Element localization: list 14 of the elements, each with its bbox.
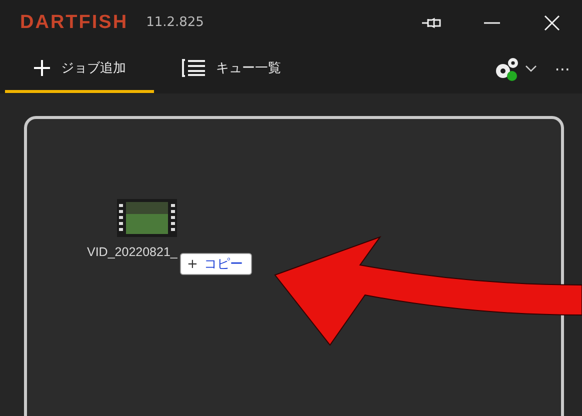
- chevron-down-icon: [524, 65, 537, 73]
- tab[interactable]: キュー一覧: [154, 45, 309, 93]
- drop-area[interactable]: VID_20220821_ + コピー: [24, 116, 564, 416]
- close-icon: [544, 14, 560, 30]
- drag-copy-tooltip: + コピー: [180, 253, 252, 275]
- file-name: VID_20220821_: [87, 245, 178, 259]
- video-thumbnail-icon: [117, 199, 177, 237]
- more-button[interactable]: ···: [546, 45, 582, 93]
- app-logo: DARTFISH: [20, 12, 128, 34]
- plus-icon: [33, 58, 51, 76]
- minimize-icon: [484, 22, 500, 24]
- list-icon: [182, 58, 206, 76]
- version-label: 11.2.825: [146, 15, 205, 30]
- pin-icon: [421, 16, 443, 28]
